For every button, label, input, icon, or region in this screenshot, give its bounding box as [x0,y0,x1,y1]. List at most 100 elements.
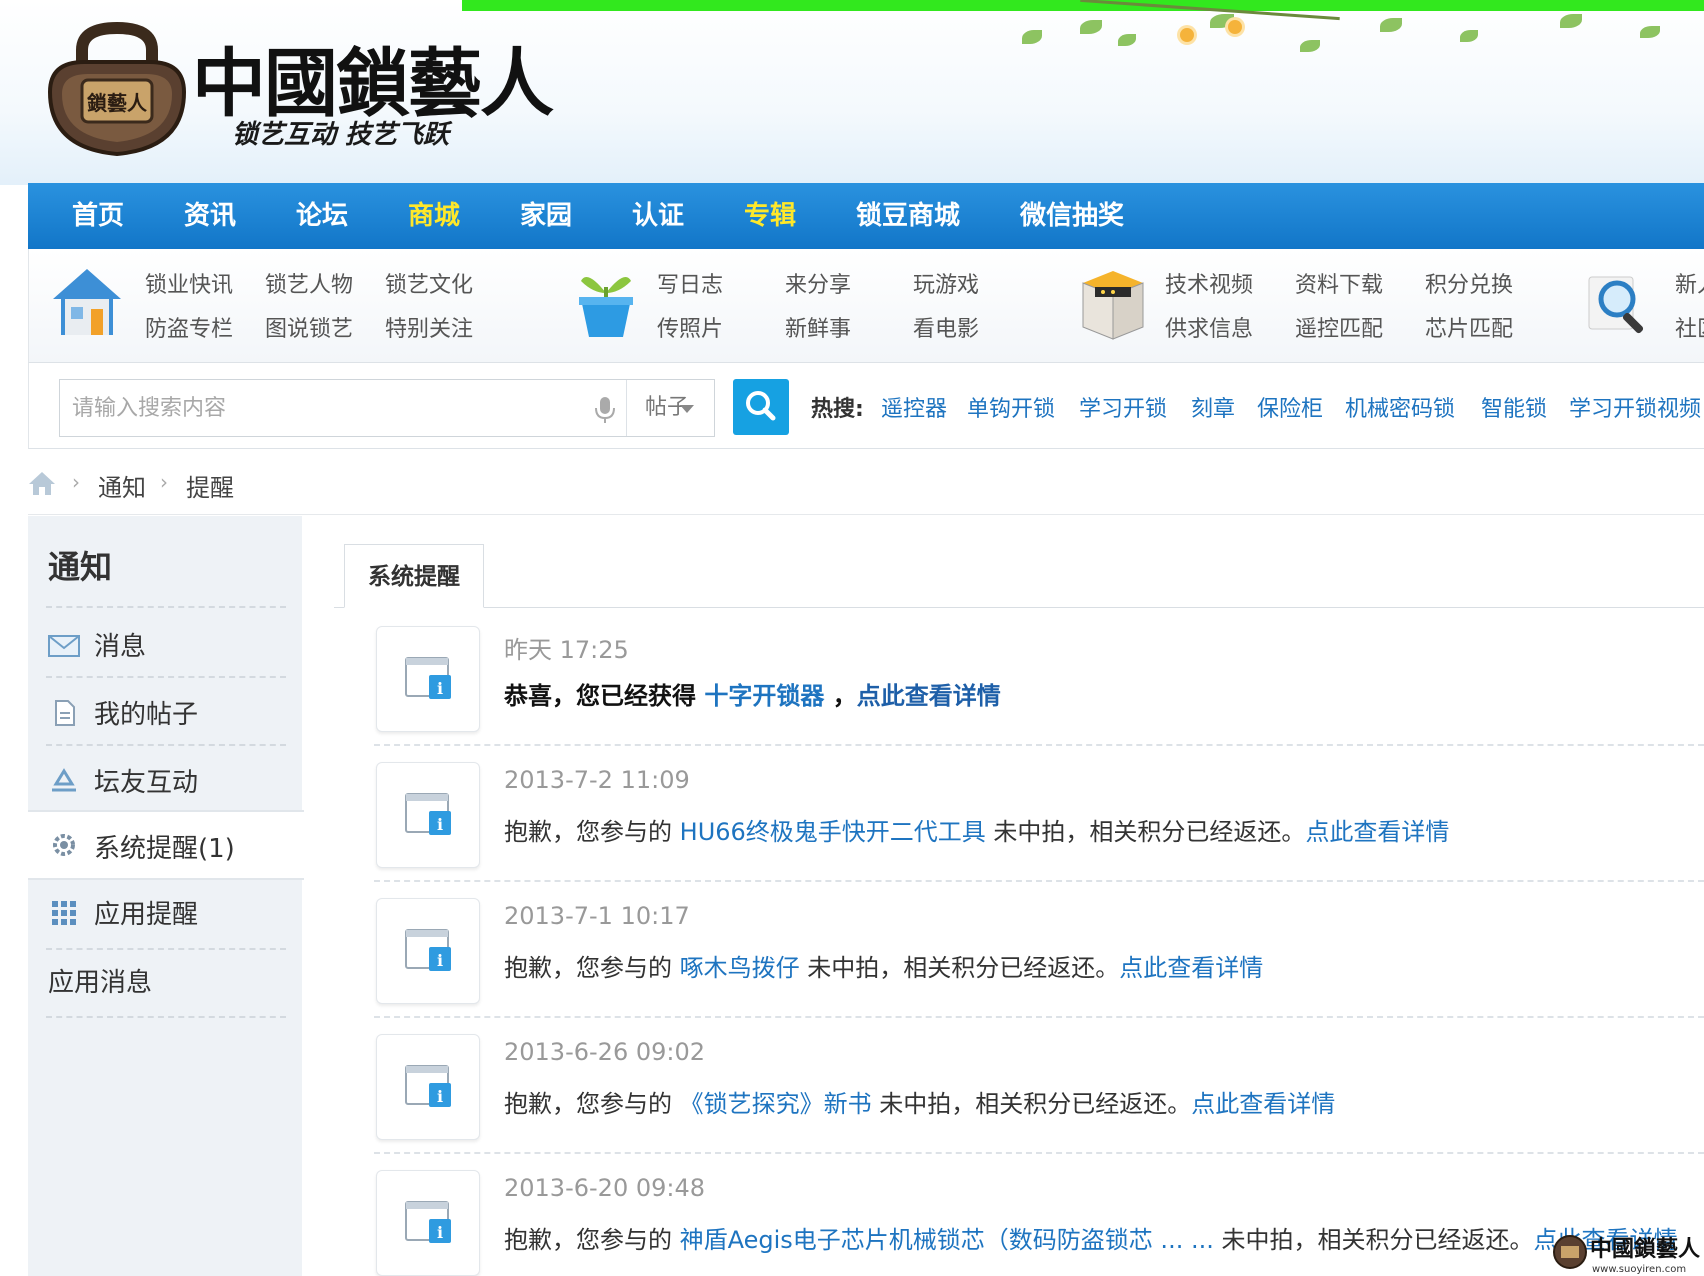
subnav-link[interactable]: 社区 [1675,311,1704,343]
gear-icon [53,834,75,856]
sidebar-item-app-reminder[interactable]: 应用提醒 [28,880,302,946]
notice-text: 抱歉，您参与的 HU66终极鬼手快开二代工具 未中拍，相关积分已经返还。点此查看… [504,812,1449,847]
microphone-icon[interactable] [594,396,616,424]
notice-prefix: 抱歉，您参与的 [504,818,680,846]
site-header: 鎖藝人 中國鎖藝人 锁艺互动 技艺飞跃 [0,0,1704,185]
sub-nav: 锁业快讯 锁艺人物 锁艺文化 防盗专栏 图说锁艺 特别关注 写日志 来分享 玩游… [28,249,1704,363]
system-notice-icon: i [405,1201,451,1243]
nav-item-certification[interactable]: 认证 [632,183,684,249]
chevron-down-icon[interactable] [680,405,694,413]
magnifier-icon [1588,276,1644,334]
nav-item-bean-mall[interactable]: 锁豆商城 [856,183,960,249]
subnav-link[interactable]: 图说锁艺 [265,311,353,343]
subnav-link[interactable]: 遥控匹配 [1295,311,1383,343]
notice-item: i 昨天 17:25 恭喜，您已经获得 十字开锁器 ，点此查看详情 [372,626,1704,762]
subnav-link[interactable]: 技术视频 [1165,267,1253,299]
hot-search-term[interactable]: 刻章 [1191,391,1235,423]
subnav-link[interactable]: 传照片 [657,311,723,343]
flower-decoration [1180,28,1194,42]
sidebar-item-my-posts[interactable]: 我的帖子 [28,680,302,746]
envelope-icon [48,635,80,657]
subnav-link[interactable]: 积分兑换 [1425,267,1513,299]
divider [46,606,286,608]
sidebar-item-label: 我的帖子 [94,700,199,730]
notice-prefix: 恭喜，您已经获得 [504,682,705,710]
notice-icon-box: i [376,762,480,868]
subnav-link[interactable]: 锁艺文化 [385,267,473,299]
divider [374,1016,1704,1018]
notice-detail-link[interactable]: 点此查看详情 [857,682,1001,710]
notice-prefix: 抱歉，您参与的 [504,1226,680,1254]
breadcrumb-reminder[interactable]: 提醒 [186,468,234,503]
system-notice-icon: i [405,657,451,699]
search-box: 帖子 [59,379,715,437]
notice-middle: 未中拍，相关积分已经返还。 [1213,1226,1534,1254]
divider [374,880,1704,882]
notice-item-link[interactable]: 《锁艺探究》新书 [680,1090,872,1118]
lock-logo-icon[interactable]: 鎖藝人 [44,22,190,158]
breadcrumb-notice[interactable]: 通知 [98,468,146,503]
search-type-select[interactable]: 帖子 [627,380,715,436]
notice-item-link[interactable]: 十字开锁器 [704,682,824,710]
notice-item-link[interactable]: HU66终极鬼手快开二代工具 [680,818,986,846]
subnav-link[interactable]: 新人 [1675,267,1704,299]
nav-item-news[interactable]: 资讯 [184,183,236,249]
subnav-link[interactable]: 特别关注 [385,311,473,343]
svg-text:中國鎖藝人: 中國鎖藝人 [1590,1236,1700,1262]
tab-system-reminder[interactable]: 系统提醒 [344,544,484,608]
sidebar-item-interaction[interactable]: 坛友互动 [28,748,302,814]
svg-text:i: i [437,1223,443,1242]
notice-prefix: 抱歉，您参与的 [504,1090,680,1118]
sidebar-item-app-messages[interactable]: 应用消息 [28,948,302,1014]
nav-item-home-space[interactable]: 家园 [520,183,572,249]
nav-item-forum[interactable]: 论坛 [296,183,348,249]
search-button[interactable] [733,379,789,435]
subnav-link[interactable]: 供求信息 [1165,311,1253,343]
sidebar-title: 通知 [48,548,113,586]
nav-item-home[interactable]: 首页 [72,183,124,249]
search-bar: 帖子 热搜: 遥控器 单钩开锁 学习开锁 刻章 保险柜 机械密码锁 智能锁 学习… [28,363,1704,449]
nav-item-wechat-lottery[interactable]: 微信抽奖 [1020,183,1124,249]
subnav-link[interactable]: 看电影 [913,311,979,343]
subnav-link[interactable]: 玩游戏 [913,267,979,299]
notice-detail-link[interactable]: 点此查看详情 [1191,1090,1335,1118]
notice-detail-link[interactable]: 点此查看详情 [1119,954,1263,982]
notice-detail-link[interactable]: 点此查看详情 [1305,818,1449,846]
hot-search-term[interactable]: 智能锁 [1481,391,1547,423]
hot-search-term[interactable]: 机械密码锁 [1345,391,1455,423]
notice-icon-box: i [376,1034,480,1140]
leaf-decoration [1118,34,1136,46]
subnav-link[interactable]: 锁业快讯 [145,267,233,299]
hot-search-term[interactable]: 单钩开锁 [967,391,1055,423]
subnav-link[interactable]: 写日志 [657,267,723,299]
divider [374,744,1704,746]
leaf-decoration [1560,14,1582,28]
subnav-link[interactable]: 芯片匹配 [1425,311,1513,343]
subnav-link[interactable]: 资料下载 [1295,267,1383,299]
grid-icon [52,901,76,925]
subnav-link[interactable]: 来分享 [785,267,851,299]
hot-search-term[interactable]: 保险柜 [1257,391,1323,423]
recycle-icon [52,768,76,792]
system-notice-icon: i [405,1065,451,1107]
document-icon [55,700,75,726]
hot-search-term[interactable]: 学习开锁 [1079,391,1167,423]
hot-search-term[interactable]: 遥控器 [881,391,947,423]
divider [46,676,286,678]
leaf-decoration [1300,40,1320,52]
notice-item-link[interactable]: 啄木鸟拨仔 [680,954,800,982]
search-input[interactable] [60,380,600,436]
nav-item-mall[interactable]: 商城 [408,183,460,249]
subnav-link[interactable]: 防盗专栏 [145,311,233,343]
nav-item-albums[interactable]: 专辑 [744,183,796,249]
system-notice-icon: i [405,929,451,971]
sidebar-item-messages[interactable]: 消息 [28,612,302,678]
subnav-link[interactable]: 锁艺人物 [265,267,353,299]
sidebar-item-label: 系统提醒(1) [94,834,235,864]
watermark-logo: 中國鎖藝人 www.suoyiren.com [1553,1235,1700,1275]
notice-item-link[interactable]: 神盾Aegis电子芯片机械锁芯（数码防盗锁芯 ... ... [680,1226,1214,1254]
hot-search-term[interactable]: 学习开锁视频 [1569,391,1701,423]
home-icon[interactable] [28,470,56,496]
sidebar-item-system-reminder[interactable]: 系统提醒(1) [28,810,304,880]
subnav-link[interactable]: 新鲜事 [785,311,851,343]
